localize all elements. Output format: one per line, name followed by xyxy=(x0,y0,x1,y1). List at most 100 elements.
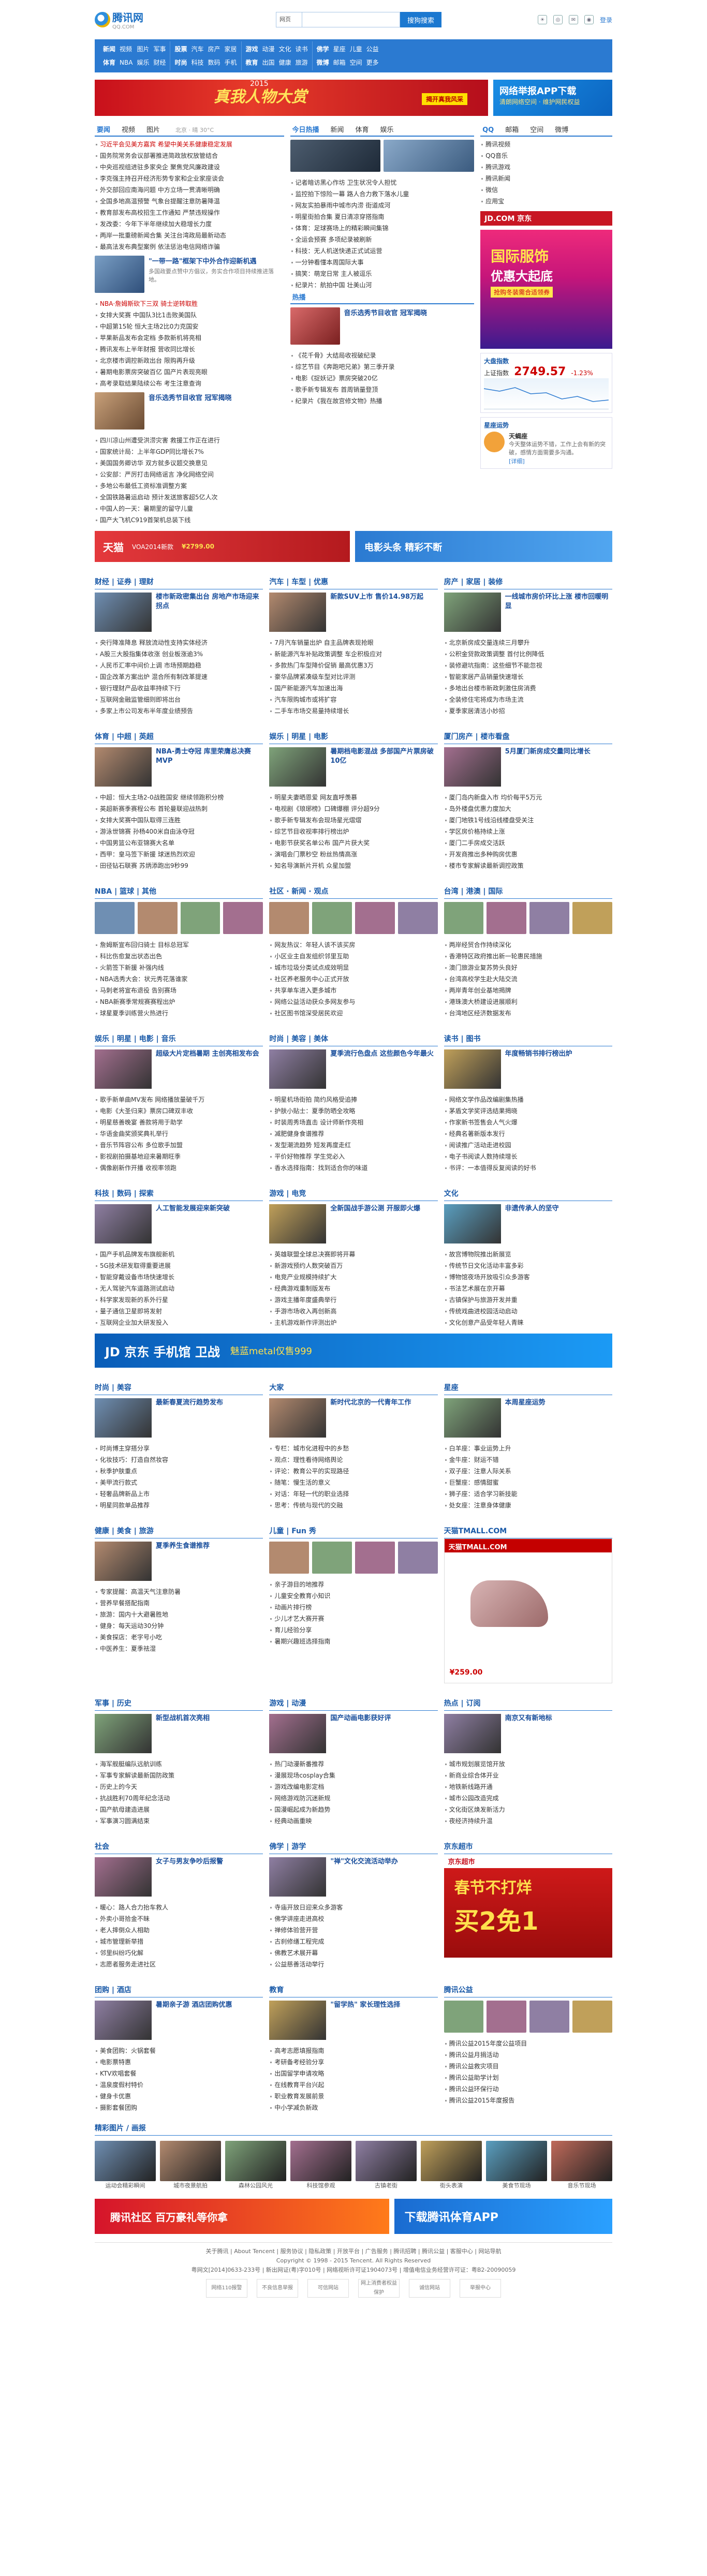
nav-item[interactable]: 股票 xyxy=(174,43,187,55)
list-item[interactable]: 应用宝 xyxy=(480,196,612,207)
section-feature[interactable]: 非遗传承人的坚守 xyxy=(444,1204,612,1243)
list-item[interactable]: 李克强主持召开经济形势专家和企业家座谈会 xyxy=(95,173,284,184)
list-item[interactable]: 中医养生：夏季祛湿 xyxy=(95,1643,263,1654)
list-item[interactable]: 汽车限购城市或将扩容 xyxy=(269,694,437,705)
list-item[interactable]: 开发商推出多种购房优惠 xyxy=(444,849,612,860)
list-item[interactable]: 国务院常务会议部署推进简政放权放管结合 xyxy=(95,150,284,161)
logo[interactable]: 腾讯网 QQ.COM xyxy=(95,9,188,30)
list-item[interactable]: 北京新房成交量连续三月攀升 xyxy=(444,637,612,648)
photo-item[interactable]: 美食节现场 xyxy=(486,2141,547,2190)
badge-icon[interactable]: 可信网站 xyxy=(307,2279,349,2298)
nav-item[interactable]: 体育 xyxy=(103,57,115,68)
list-item[interactable]: 古镇保护与旅游开发并重 xyxy=(444,1294,612,1306)
list-item[interactable]: 亲子游目的地推荐 xyxy=(269,1579,437,1590)
list-item[interactable]: 明星同款单品推荐 xyxy=(95,1500,263,1511)
badge-icon[interactable]: 网上消费者权益保护 xyxy=(358,2279,400,2298)
list-item[interactable]: 旅游：国内十大避暑胜地 xyxy=(95,1609,263,1620)
list-item[interactable]: 中国人的一天：暑期里的留守儿童 xyxy=(95,503,284,514)
section-feature[interactable]: 人工智能发展迎来新突破 xyxy=(95,1204,263,1243)
banner-cta-button[interactable]: 揭开真我风采 xyxy=(421,93,467,105)
list-item[interactable]: 随笔：慢生活的意义 xyxy=(269,1477,437,1488)
list-item[interactable]: 电子书阅读人数持续增长 xyxy=(444,1151,612,1162)
nav-item[interactable]: 视频 xyxy=(120,43,132,55)
list-item[interactable]: 平价好物推荐 学生党必入 xyxy=(269,1151,437,1162)
list-item[interactable]: 国漫崛起成为新趋势 xyxy=(269,1804,437,1815)
list-item[interactable]: 智能穿戴设备市场快速增长 xyxy=(95,1271,263,1283)
list-item[interactable]: 佛学讲座走进高校 xyxy=(269,1913,437,1924)
list-item[interactable]: 纪录片《我在故宫修文物》热播 xyxy=(290,395,475,407)
list-item[interactable]: 四川凉山州遭受洪涝灾害 救援工作正在进行 xyxy=(95,435,284,446)
list-item[interactable]: 对话：年轻一代的职业选择 xyxy=(269,1488,437,1500)
list-item[interactable]: 电影票特惠 xyxy=(95,2056,263,2068)
section-feature[interactable]: 夏季养生食谱推荐 xyxy=(95,1542,263,1581)
list-item[interactable]: 电影节获奖名单公布 国产片获大奖 xyxy=(269,837,437,849)
list-item[interactable]: 学区房价格持续上涨 xyxy=(444,826,612,837)
list-item[interactable]: 经典名著新版本发行 xyxy=(444,1128,612,1139)
list-item[interactable]: 外卖小哥拾金不昧 xyxy=(95,1913,263,1924)
nav-item[interactable]: 财经 xyxy=(153,57,166,68)
list-item[interactable]: 作家新书签售会人气火爆 xyxy=(444,1117,612,1128)
section-pic[interactable] xyxy=(223,902,263,934)
list-item[interactable]: 科比伤愈复出状态出色 xyxy=(95,951,263,962)
list-item[interactable]: 腾讯公益助学计划 xyxy=(444,2072,612,2083)
list-item[interactable]: 《花千骨》大结局收视破纪录 xyxy=(290,350,475,361)
list-item[interactable]: 腾讯游戏 xyxy=(480,161,612,173)
nav-item[interactable]: 出国 xyxy=(262,57,275,68)
feature-news[interactable]: "一带一路"框架下中外合作迎新机遇 多国政要点赞中方倡议，务实合作项目持续推进落… xyxy=(95,253,284,296)
nav-item[interactable]: 更多 xyxy=(366,57,379,68)
list-item[interactable]: 微信 xyxy=(480,184,612,196)
list-item[interactable]: 思考：传统与现代的交融 xyxy=(269,1500,437,1511)
tab-qq[interactable]: QQ xyxy=(480,126,496,136)
banner-ad[interactable]: 2015 真我人物大赏 揭开真我风采 xyxy=(95,80,488,116)
list-item[interactable]: 习近平会见美方嘉宾 希望中美关系健康稳定发展 xyxy=(95,139,284,150)
section-pic[interactable] xyxy=(444,902,484,934)
nav-item[interactable]: 健康 xyxy=(279,57,291,68)
list-item[interactable]: 美甲流行款式 xyxy=(95,1477,263,1488)
list-item[interactable]: 白羊座：事业运势上升 xyxy=(444,1443,612,1454)
list-item[interactable]: 明星慈善晚宴 善款将用于助学 xyxy=(95,1117,263,1128)
section-feature[interactable]: 全新国战手游公测 开服即火爆 xyxy=(269,1204,437,1243)
list-item[interactable]: 量子通信卫星即将发射 xyxy=(95,1306,263,1317)
list-item[interactable]: 歌手新单曲MV发布 网络播放量破千万 xyxy=(95,1094,263,1105)
list-item[interactable]: 中小学减负新政 xyxy=(269,2102,437,2113)
list-item[interactable]: 热门动漫新番推荐 xyxy=(269,1758,437,1770)
list-item[interactable]: 中超第15轮 恒大主场2比0力克国安 xyxy=(95,321,284,332)
list-item[interactable]: 腾讯公益2015年度报告 xyxy=(444,2095,612,2106)
list-item[interactable]: NBA选秀大会：状元秀花落谁家 xyxy=(95,973,263,985)
list-item[interactable]: 公益慈善活动举行 xyxy=(269,1959,437,1970)
list-item[interactable]: 暑期兴趣班选择指南 xyxy=(269,1636,437,1647)
section-feature[interactable]: NBA-勇士夺冠 库里荣膺总决赛MVP xyxy=(95,747,263,787)
section-pic[interactable] xyxy=(355,1542,395,1574)
list-item[interactable]: 英雄联盟全球总决赛即将开幕 xyxy=(269,1249,437,1260)
section-feature[interactable]: "留学热" 家长理性选择 xyxy=(269,2001,437,2040)
list-item[interactable]: 健身卡优惠 xyxy=(95,2091,263,2102)
list-item[interactable]: 厦门岛内新盘入市 均价每平5万元 xyxy=(444,792,612,803)
list-item[interactable]: 外交部回应南海问题 中方立场一贯清晰明确 xyxy=(95,184,284,196)
list-item[interactable]: 腾讯公益环保行动 xyxy=(444,2083,612,2095)
list-item[interactable]: 厦门地铁1号线沿线楼盘受关注 xyxy=(444,815,612,826)
tab-news[interactable]: 新闻 xyxy=(329,124,346,136)
photo-item[interactable]: 城市夜景航拍 xyxy=(160,2141,221,2190)
list-item[interactable]: 明星夫妻晒恩爱 网友直呼羡慕 xyxy=(269,792,437,803)
list-item[interactable]: 厦门二手房成交活跃 xyxy=(444,837,612,849)
list-item[interactable]: 国企改革方案出炉 混合所有制改革提速 xyxy=(95,671,263,683)
list-item[interactable]: 楼市专家解读最新调控政策 xyxy=(444,860,612,871)
section-feature[interactable]: 新时代北京的一代青年工作 xyxy=(269,1398,437,1438)
nav-item[interactable]: 公益 xyxy=(366,43,379,55)
list-item[interactable]: 全国多地高温预警 气象台提醒注意防暑降温 xyxy=(95,196,284,207)
list-item[interactable]: 监控拍下惊险一幕 路人合力救下落水儿童 xyxy=(290,188,475,200)
list-item[interactable]: 互联网金融监管细则即将出台 xyxy=(95,694,263,705)
list-item[interactable]: 7月汽车销量出炉 自主品牌表现抢眼 xyxy=(269,637,437,648)
list-item[interactable]: 苹果新品发布会定档 多款新机将亮相 xyxy=(95,332,284,344)
section-title[interactable]: 大家 xyxy=(269,1382,438,1395)
section-title[interactable]: 时尚 | 美容 | 美体 xyxy=(269,1033,438,1046)
list-item[interactable]: 电影《大圣归来》票房口碑双丰收 xyxy=(95,1105,263,1117)
photo-item[interactable]: 音乐节现场 xyxy=(551,2141,612,2190)
nav-item[interactable]: 动漫 xyxy=(262,43,275,55)
section-title[interactable]: NBA | 篮球 | 其他 xyxy=(95,886,263,899)
list-item[interactable]: 华语金曲奖颁奖典礼举行 xyxy=(95,1128,263,1139)
list-item[interactable]: 传统戏曲进校园活动启动 xyxy=(444,1306,612,1317)
nav-item[interactable]: 读书 xyxy=(296,43,308,55)
nav-item[interactable]: 邮箱 xyxy=(333,57,346,68)
nav-item[interactable]: 文化 xyxy=(279,43,291,55)
